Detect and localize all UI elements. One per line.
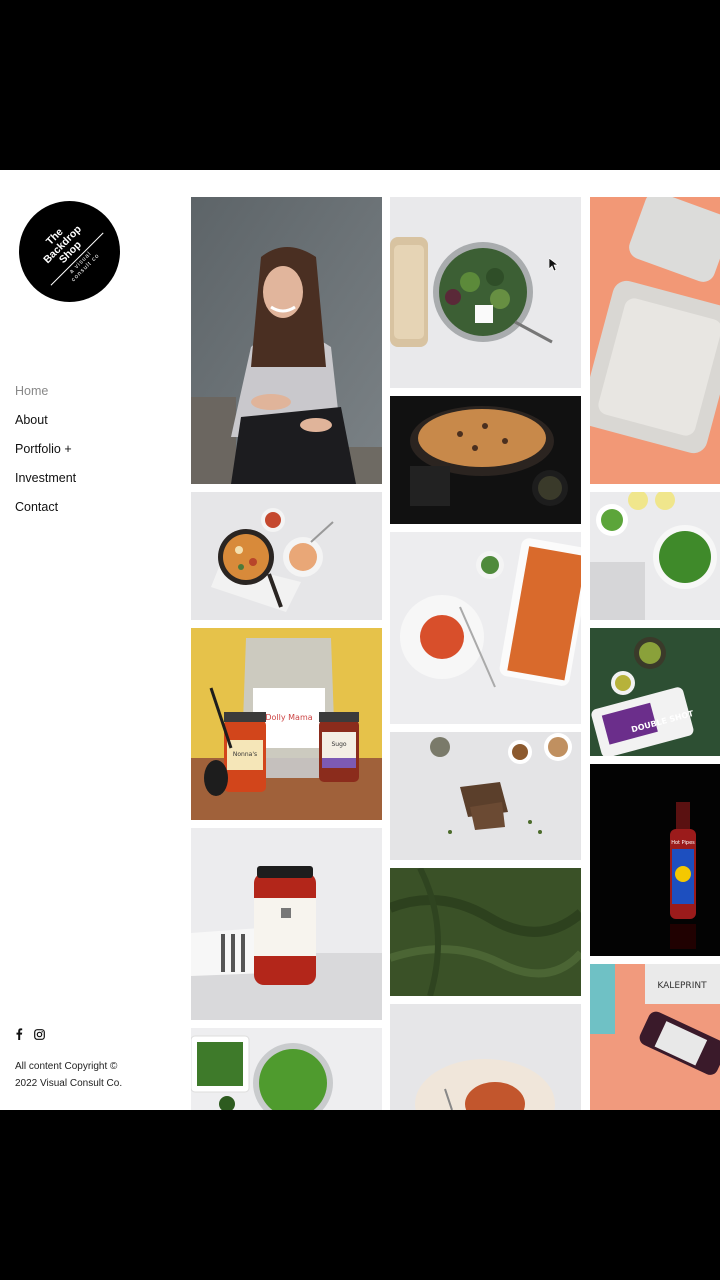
sauce-jar-photo[interactable] xyxy=(191,828,382,1020)
website-page: The Backdrop Shop a visual consult co Ho… xyxy=(0,170,720,1110)
copyright-notice: All content Copyright © 2022 Visual Cons… xyxy=(15,1058,145,1092)
lasagne-photo[interactable] xyxy=(390,532,581,724)
facebook-icon[interactable] xyxy=(15,1028,23,1040)
pasta-skillet-photo[interactable] xyxy=(191,492,382,620)
pesto-packet-photo[interactable]: DOUBLE SHOT xyxy=(590,628,720,756)
copyright-line1: All content Copyright © xyxy=(15,1061,118,1072)
instagram-icon[interactable] xyxy=(34,1028,45,1040)
focaccia-photo[interactable] xyxy=(390,396,581,524)
portrait-photo[interactable] xyxy=(191,197,382,484)
copyright-line2: 2022 Visual Consult Co. xyxy=(15,1078,123,1089)
bag-label: Dolly Mama xyxy=(265,713,312,722)
hot-sauce-photo[interactable]: Hot Pipes xyxy=(590,764,720,956)
green-beans-photo[interactable] xyxy=(590,492,720,620)
kaleprint-label: KALEPRINT xyxy=(657,981,707,991)
nav-item-contact[interactable]: Contact xyxy=(15,499,76,528)
crackers-photo[interactable] xyxy=(390,732,581,860)
plated-pasta-photo[interactable] xyxy=(390,1004,581,1110)
kaleprint-photo[interactable]: KALEPRINT xyxy=(590,964,720,1110)
hot-sauce-label: Hot Pipes xyxy=(671,840,695,846)
jar1-label: Nonna's xyxy=(233,751,257,758)
greens-photo[interactable] xyxy=(191,1028,382,1110)
salad-bowl-photo[interactable] xyxy=(390,197,581,388)
nav-item-about[interactable]: About xyxy=(15,412,76,441)
main-navigation: Home About Portfolio + Investment Contac… xyxy=(15,383,76,528)
nav-item-home[interactable]: Home xyxy=(15,383,76,412)
sauce-jars-photo[interactable]: Dolly Mama Nonna's Sugo xyxy=(191,628,382,820)
brand-logo[interactable]: The Backdrop Shop a visual consult co xyxy=(19,201,120,302)
nav-item-portfolio[interactable]: Portfolio + xyxy=(15,441,76,470)
green-fabric-photo[interactable] xyxy=(390,868,581,996)
mouse-cursor-icon xyxy=(549,258,559,272)
takeaway-containers-photo[interactable] xyxy=(590,197,720,484)
jar2-label: Sugo xyxy=(331,741,346,748)
logo-lettering: The Backdrop Shop a visual consult co xyxy=(19,201,120,302)
social-links xyxy=(15,1028,45,1040)
nav-item-investment[interactable]: Investment xyxy=(15,470,76,499)
